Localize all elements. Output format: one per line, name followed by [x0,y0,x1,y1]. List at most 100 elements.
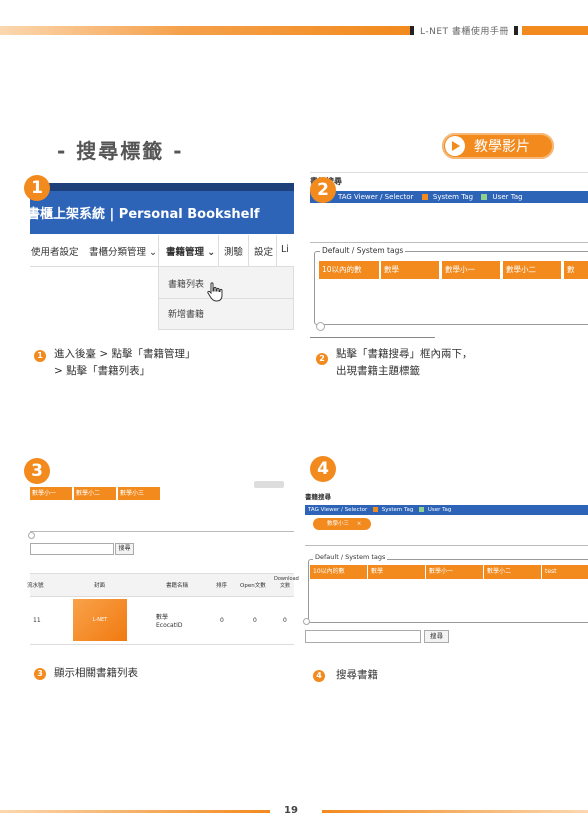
menu-divider [276,235,277,266]
shot1-menu-bar: 使用者設定 書櫃分類管理 ⌄ 書籍管理 ⌄ 測驗 設定 Li [30,235,294,267]
row-book-name: 數學 [156,614,169,621]
shot1-menu-item[interactable]: 設定 [254,244,273,258]
tag-chip[interactable]: test [542,565,588,579]
tag-chip[interactable]: 數學小二 [74,487,116,500]
selected-tag-pill[interactable]: 數學小三 × [313,518,371,530]
shot4-search-input[interactable] [305,630,421,643]
step-mini-badge-1: 1 [34,350,46,362]
system-tag-label[interactable]: System Tag [382,507,414,513]
tag-chip[interactable]: 數學 [368,565,425,579]
scroll-handle-icon[interactable] [316,322,325,331]
tag-chip[interactable]: 數 [564,261,588,279]
scroll-handle-icon[interactable] [303,618,310,625]
header-accent-bar [0,26,410,35]
tag-chip[interactable]: 數學 [381,261,439,279]
step-mini-badge-3: 3 [34,668,46,680]
page-number: 19 [284,805,298,816]
step-badge-1: 1 [24,175,50,201]
shot1-menu-item[interactable]: Li [281,244,289,255]
selected-tag-label: 數學小三 [327,521,350,527]
shot1-app-title: 書櫃上架系統 | Personal Bookshelf [27,207,260,222]
menu-divider [218,235,219,266]
shot4-line [305,545,588,546]
system-tag-swatch [421,194,428,200]
play-icon [445,136,465,156]
shot1-menu-item-active[interactable]: 書籍管理 ⌄ [166,244,215,258]
table-header-cell: 排序 [216,583,228,589]
user-tag-swatch [481,194,488,200]
scroll-handle-icon[interactable] [28,532,35,539]
tag-chip[interactable]: 數學小二 [503,261,561,279]
row-book-id: EcocatID [156,622,183,629]
tag-viewer-label: TAG Viewer / Selector [308,507,368,513]
step-mini-badge-2: 2 [316,353,328,365]
header-divider [410,26,414,35]
menu-divider [158,235,159,266]
row-id: 11 [33,617,41,624]
tutorial-video-button[interactable]: 教學影片 [442,133,554,159]
book-cover-thumbnail[interactable]: L-NET [73,599,127,641]
shot4-heading: 書籍搜尋 [305,493,331,501]
table-header-cell: 書籍名稱 [166,583,189,589]
step3-caption: 顯示相關書籍列表 [54,667,138,679]
scrollbar[interactable] [254,481,284,488]
shot3-table-header: 流水號 封面 書籍名稱 排序 Open文數 Download 文數 [27,573,299,597]
system-tag-swatch [373,507,378,512]
step-badge-2: 2 [310,177,336,203]
dropdown-item-add-book[interactable]: 新增書籍 [168,307,204,320]
shot3-search-button[interactable]: 搜尋 [115,543,134,555]
shot1-top-band [30,183,294,191]
row-download-count: 0 [283,617,287,624]
user-tag-label[interactable]: User Tag [493,193,523,201]
system-tag-label[interactable]: System Tag [433,193,473,201]
shot1-menu-item[interactable]: 書櫃分類管理 ⌄ [89,244,157,258]
tag-chip[interactable]: 10以內的數 [319,261,379,279]
shot2-top-line [310,172,588,173]
step-badge-3: 3 [24,458,50,484]
shot1-app-header: 書櫃上架系統 | Personal Bookshelf [27,191,294,234]
tag-chip[interactable]: 數學小二 [484,565,541,579]
shot1-menu-item[interactable]: 使用者設定 [31,244,79,258]
tag-chip[interactable]: 數學小一 [442,261,500,279]
step4-caption: 搜尋書籍 [336,669,378,681]
row-open-count: 0 [253,617,257,624]
shot1-dropdown: 書籍列表 新增書籍 [158,266,294,330]
table-row[interactable]: 11 L-NET 數學 EcocatID 0 0 0 [30,596,294,645]
step2-caption-line2: 出現書籍主題標籤 [336,365,420,377]
page-title: - 搜尋標籤 - [57,139,184,163]
shot3-search-input[interactable] [30,543,114,555]
table-header-cell: Download 文數 [274,576,299,589]
step2-caption-line1: 點擊「書籍搜尋」框內兩下， [336,348,473,360]
shot2-input-underline [310,337,435,338]
tag-chip[interactable]: 數學小三 [118,487,160,500]
menu-divider [248,235,249,266]
shot2-tag-viewer-bar: TAG Viewer / Selector System Tag User Ta… [310,191,588,203]
shot3-line [30,531,294,532]
footer-line-left [0,810,270,813]
step-mini-badge-4: 4 [313,670,325,682]
table-header-cell: 流水號 [27,583,44,589]
hand-cursor-icon [207,282,223,302]
step1-caption-line2: > 點擊「書籍列表」 [54,365,151,377]
shot2-fieldset-label: Default / System tags [320,246,406,255]
shot4-tag-viewer-bar: TAG Viewer / Selector System Tag User Ta… [305,505,588,515]
remove-tag-icon[interactable]: × [357,521,362,527]
header-title: L-NET 書櫃使用手冊 [420,27,509,37]
step1-caption-line1: 進入後臺 > 點擊「書籍管理」 [54,348,196,360]
user-tag-swatch [419,507,425,512]
shot2-line [310,242,588,243]
tag-chip[interactable]: 數學小一 [426,565,483,579]
tag-chip[interactable]: 數學小一 [30,487,72,500]
shot1-menu-item[interactable]: 測驗 [224,244,243,258]
user-tag-label[interactable]: User Tag [428,507,452,513]
shot4-search-button[interactable]: 搜尋 [424,630,449,643]
shot4-fieldset-label: Default / System tags [313,553,388,561]
step-badge-4: 4 [310,456,336,482]
table-header-cell: Open文數 [240,583,266,589]
header-divider [514,26,518,35]
footer-line-right [322,810,588,813]
row-sort: 0 [220,617,224,624]
dropdown-item-book-list[interactable]: 書籍列表 [168,277,204,290]
tag-chip[interactable]: 10以內的數 [310,565,367,579]
video-button-label: 教學影片 [474,139,530,155]
